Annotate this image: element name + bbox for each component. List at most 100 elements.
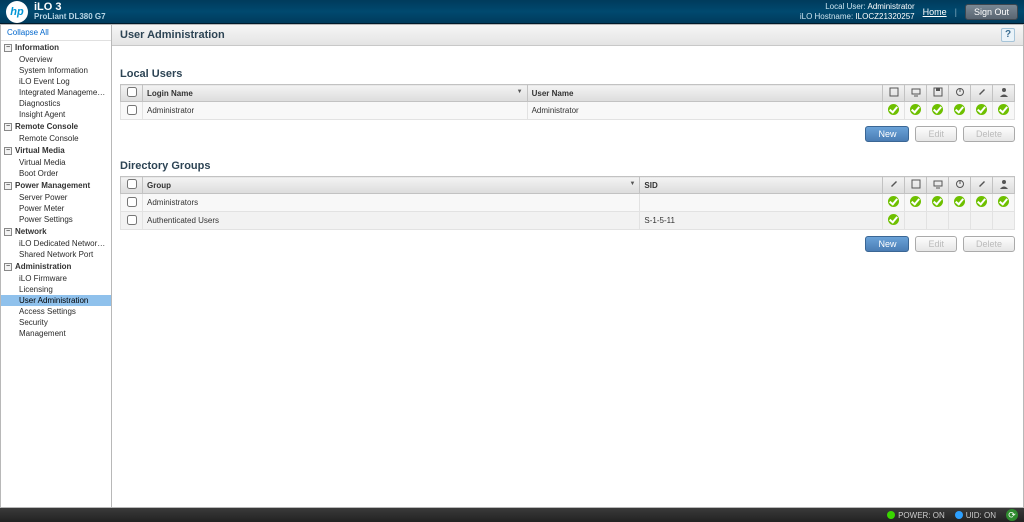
nav-item[interactable]: Diagnostics (1, 98, 111, 109)
main-panel: User Administration ? Local Users Login … (112, 24, 1024, 508)
collapse-toggle-icon[interactable]: − (4, 147, 12, 155)
signout-button[interactable]: Sign Out (965, 4, 1018, 20)
collapse-toggle-icon[interactable]: − (4, 123, 12, 131)
uid-status[interactable]: UID: ON (955, 511, 996, 520)
perm-cell (927, 194, 949, 212)
collapse-toggle-icon[interactable]: − (4, 44, 12, 52)
dg-col-perm-power[interactable] (949, 177, 971, 194)
collapse-all-link[interactable]: Collapse All (1, 25, 111, 41)
nav-item[interactable]: Security (1, 317, 111, 328)
hostname-label: iLO Hostname: (800, 12, 853, 21)
row-checkbox[interactable] (127, 215, 137, 225)
status-bar: POWER: ON UID: ON ⟳ (0, 508, 1024, 522)
nav-item[interactable]: Management (1, 328, 111, 339)
row-checkbox[interactable] (127, 197, 137, 207)
nav-group-header[interactable]: −Remote Console (1, 120, 111, 133)
table-row[interactable]: Authenticated UsersS-1-5-11 (121, 212, 1015, 230)
collapse-toggle-icon[interactable]: − (4, 263, 12, 271)
help-icon[interactable]: ? (1001, 28, 1015, 42)
cell-user: Administrator (527, 102, 882, 120)
nav-item[interactable]: iLO Event Log (1, 76, 111, 87)
user-icon (999, 87, 1009, 97)
granted-icon (954, 196, 965, 207)
hostname-value: ILOCZ21320257 (855, 12, 914, 21)
dg-col-perm-config[interactable] (971, 177, 993, 194)
collapse-toggle-icon[interactable]: − (4, 228, 12, 236)
admin-icon (889, 87, 899, 97)
dg-select-all-checkbox[interactable] (127, 179, 137, 189)
nav-group-label: Administration (15, 262, 71, 271)
cell-group: Authenticated Users (143, 212, 640, 230)
dg-edit-button: Edit (915, 236, 957, 252)
granted-icon (910, 104, 921, 115)
cell-sid: S-1-5-11 (640, 212, 883, 230)
sort-indicator-icon: ▼ (629, 181, 635, 187)
nav-group-header[interactable]: −Network (1, 225, 111, 238)
nav-item[interactable]: Integrated Management Log (1, 87, 111, 98)
nav-group-label: Power Management (15, 181, 90, 190)
nav-item[interactable]: Virtual Media (1, 157, 111, 168)
select-all-header[interactable] (121, 85, 143, 102)
dg-select-all-header[interactable] (121, 177, 143, 194)
nav-item[interactable]: Boot Order (1, 168, 111, 179)
row-select-cell[interactable] (121, 102, 143, 120)
power-status[interactable]: POWER: ON (887, 511, 945, 520)
nav-item[interactable]: Insight Agent (1, 109, 111, 120)
cell-login: Administrator (143, 102, 528, 120)
perm-cell (905, 194, 927, 212)
nav-item[interactable]: Power Meter (1, 203, 111, 214)
local-users-new-button[interactable]: New (865, 126, 909, 142)
dg-new-button[interactable]: New (865, 236, 909, 252)
nav-item[interactable]: iLO Firmware (1, 273, 111, 284)
nav-item[interactable]: Power Settings (1, 214, 111, 225)
col-perm-config[interactable] (971, 85, 993, 102)
nav-item[interactable]: User Administration (1, 295, 111, 306)
nav-item[interactable]: Server Power (1, 192, 111, 203)
refresh-icon[interactable]: ⟳ (1006, 509, 1018, 521)
separator: | (955, 7, 957, 17)
home-link[interactable]: Home (923, 7, 947, 17)
dg-col-perm-admin[interactable] (883, 177, 905, 194)
col-perm-power[interactable] (949, 85, 971, 102)
nav-sidebar: Collapse All −InformationOverviewSystem … (0, 24, 112, 508)
nav-group-header[interactable]: −Information (1, 41, 111, 54)
select-all-checkbox[interactable] (127, 87, 137, 97)
dg-col-perm-console[interactable] (905, 177, 927, 194)
perm-cell (949, 194, 971, 212)
col-perm-console[interactable] (905, 85, 927, 102)
nav-item[interactable]: Shared Network Port (1, 249, 111, 260)
col-login-name[interactable]: Login Name▼ (143, 85, 528, 102)
nav-item[interactable]: System Information (1, 65, 111, 76)
table-row[interactable]: AdministratorAdministrator (121, 102, 1015, 120)
nav-item[interactable]: Remote Console (1, 133, 111, 144)
table-row[interactable]: Administrators (121, 194, 1015, 212)
nav-group-header[interactable]: −Power Management (1, 179, 111, 192)
nav-item[interactable]: Access Settings (1, 306, 111, 317)
col-sid[interactable]: SID (640, 177, 883, 194)
directory-groups-table: Group▼ SID AdministratorsAuthenticated U… (120, 176, 1015, 230)
dg-col-perm-user[interactable] (993, 177, 1015, 194)
col-user-name[interactable]: User Name (527, 85, 882, 102)
dg-col-perm-media[interactable] (927, 177, 949, 194)
nav-group-header[interactable]: −Administration (1, 260, 111, 273)
nav-group-header[interactable]: −Virtual Media (1, 144, 111, 157)
col-group[interactable]: Group▼ (143, 177, 640, 194)
perm-cell (971, 194, 993, 212)
col-perm-media[interactable] (927, 85, 949, 102)
col-perm-admin[interactable] (883, 85, 905, 102)
local-users-heading: Local Users (120, 68, 1015, 80)
nav-item[interactable]: Licensing (1, 284, 111, 295)
nav-item[interactable]: Overview (1, 54, 111, 65)
nav-item[interactable]: iLO Dedicated Network Port (1, 238, 111, 249)
collapse-toggle-icon[interactable]: − (4, 182, 12, 190)
col-perm-user[interactable] (993, 85, 1015, 102)
row-select-cell[interactable] (121, 194, 143, 212)
row-select-cell[interactable] (121, 212, 143, 230)
perm-cell (883, 102, 905, 120)
perm-cell (993, 102, 1015, 120)
local-user-value: Administrator (867, 2, 914, 11)
page-title-bar: User Administration ? (112, 25, 1023, 46)
granted-icon (976, 196, 987, 207)
config-icon (889, 179, 899, 189)
row-checkbox[interactable] (127, 105, 137, 115)
